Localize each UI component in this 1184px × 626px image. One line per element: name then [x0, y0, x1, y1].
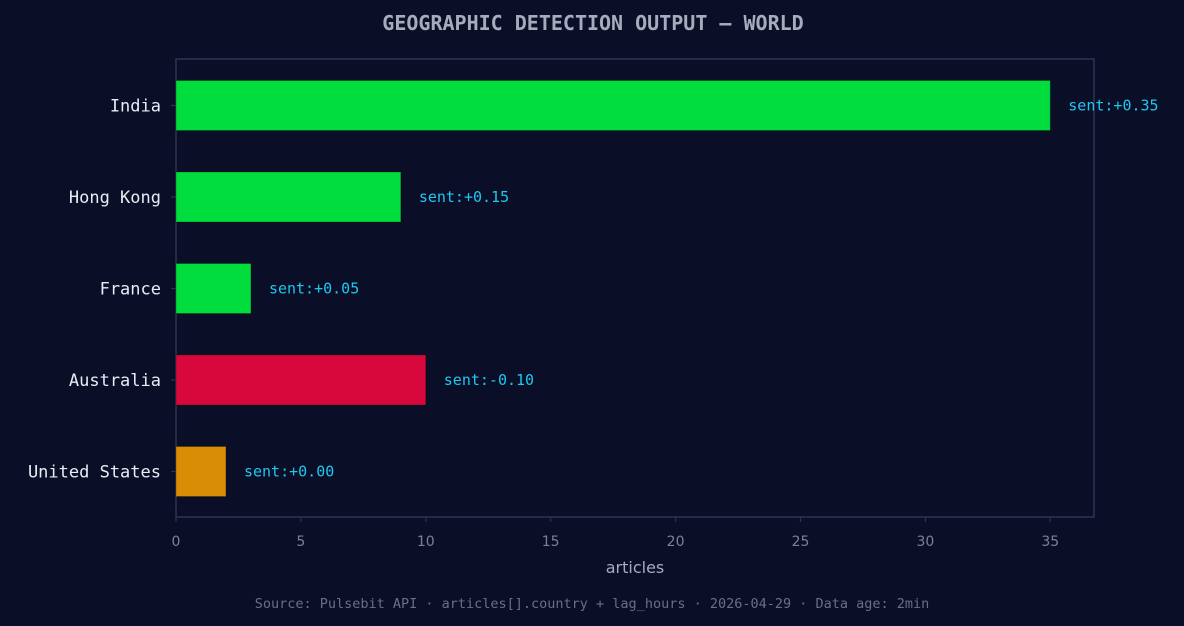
x-tick-label: 15: [542, 534, 560, 550]
bar-data-label: sent:+0.35: [1068, 97, 1158, 115]
bars-layer: sent:+0.35 sent:+0.15 sent:+0.05 sent:-0.10…: [175, 80, 1159, 497]
bar-australia: [175, 354, 427, 406]
geo-bar-chart: GEOGRAPHIC DETECTION OUTPUT — WORLD sent…: [28, 11, 1159, 612]
y-tick-label: France: [100, 280, 161, 300]
x-tick-label: 0: [172, 534, 181, 550]
x-tick-label: 5: [296, 534, 305, 550]
x-tick-label: 10: [417, 534, 435, 550]
bar-india: [175, 80, 1051, 131]
chart-root: GEOGRAPHIC DETECTION OUTPUT — WORLD sent…: [0, 0, 1184, 626]
x-tick-label: 20: [667, 534, 685, 550]
bar-hong-kong: [175, 171, 402, 223]
bar-france: [175, 263, 252, 314]
bar-united-states: [175, 446, 227, 497]
bar-data-label: sent:-0.10: [444, 371, 534, 389]
source-footer: Source: Pulsebit API · articles[].countr…: [255, 596, 930, 612]
y-tick-label: United States: [28, 463, 161, 483]
y-axis: India Hong Kong France Australia United Stat…: [28, 97, 176, 483]
chart-title: GEOGRAPHIC DETECTION OUTPUT — WORLD: [382, 11, 803, 35]
bar-data-label: sent:+0.15: [419, 188, 509, 206]
bar-data-label: sent:+0.00: [244, 463, 334, 481]
x-tick-label: 35: [1041, 534, 1059, 550]
bar-data-label: sent:+0.05: [269, 280, 359, 298]
x-axis-label: articles: [606, 558, 665, 577]
y-tick-label: Australia: [69, 371, 161, 391]
y-tick-label: Hong Kong: [69, 188, 161, 208]
x-tick-label: 30: [916, 534, 934, 550]
x-tick-label: 25: [792, 534, 810, 550]
y-tick-label: India: [110, 97, 161, 117]
x-axis: 0 5 10 15 20 25 30 35: [172, 517, 1059, 550]
